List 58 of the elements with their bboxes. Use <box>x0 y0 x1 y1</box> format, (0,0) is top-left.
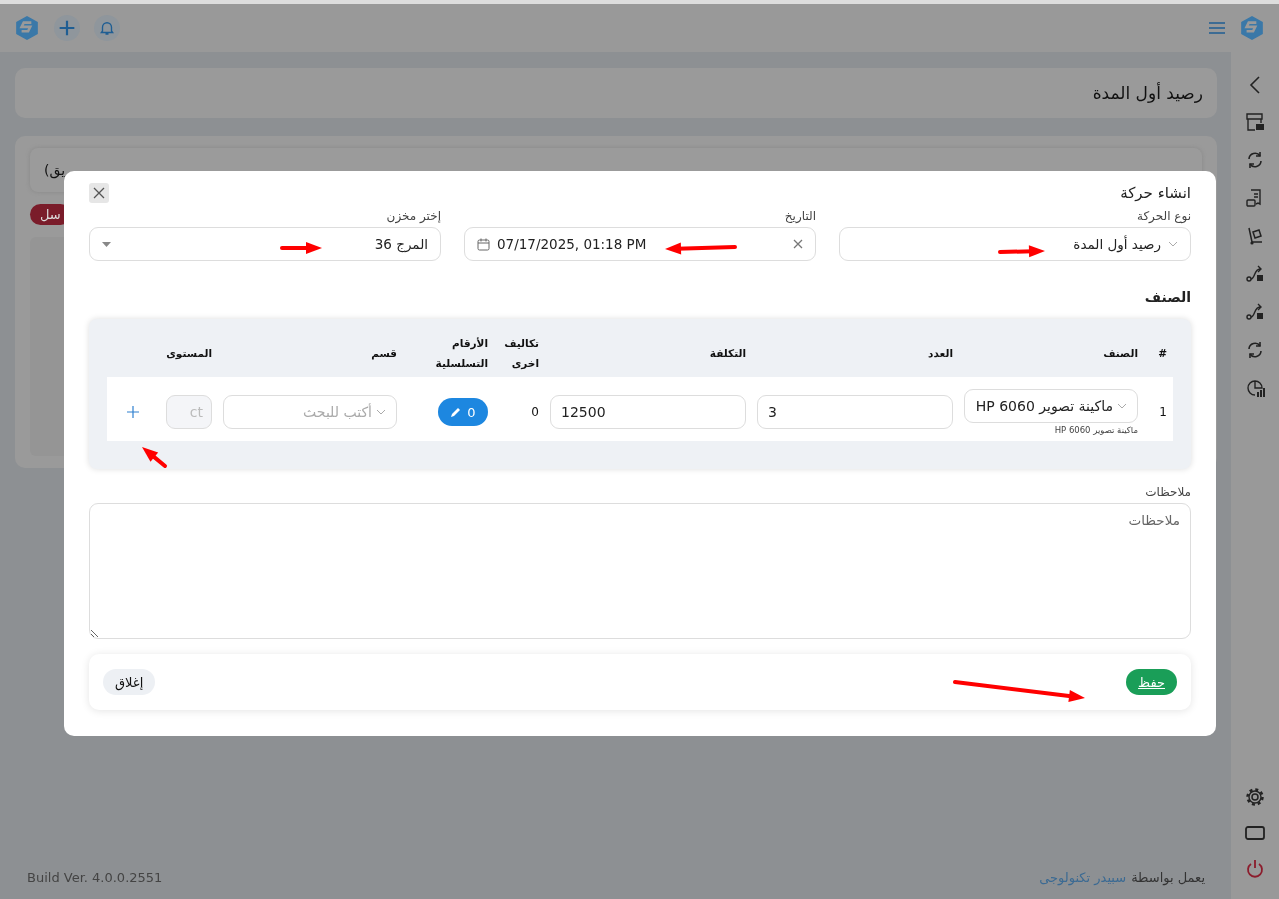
transfer-icon[interactable] <box>1245 264 1265 284</box>
back-icon[interactable] <box>1249 76 1261 94</box>
chevron-down-icon <box>1117 403 1127 409</box>
power-icon[interactable] <box>1245 859 1265 879</box>
logo-icon <box>1239 15 1265 41</box>
add-row-icon[interactable] <box>127 406 139 418</box>
column-header: المستوى <box>165 346 212 361</box>
calendar-icon <box>477 237 490 251</box>
quantity-input[interactable]: 3 <box>757 395 953 429</box>
dialog-title: انشاء حركة <box>1120 184 1191 202</box>
select-field[interactable]: المرج 36 <box>89 227 441 261</box>
field-label: ملاحظات <box>1144 485 1191 499</box>
column-header: الأرقام التسلسلية <box>434 336 488 371</box>
column-header: التكلفة <box>708 346 746 361</box>
chevron-down-icon <box>376 409 386 415</box>
transfer-icon[interactable] <box>1245 302 1265 322</box>
build-version: Build Ver. 4.0.0.2551 <box>27 870 163 885</box>
row-number: 1 <box>1158 405 1167 419</box>
refresh-icon[interactable] <box>1245 150 1265 170</box>
column-header: تكاليف اخرى <box>503 336 539 372</box>
field-label: التاريخ <box>783 209 816 223</box>
field-label: إختر مخزن <box>385 209 441 223</box>
close-button[interactable] <box>89 183 109 203</box>
level-input[interactable]: ct <box>166 395 212 429</box>
filter-text: يق) <box>44 162 66 178</box>
caret-down-icon <box>102 241 111 247</box>
screen-icon[interactable] <box>1245 825 1265 841</box>
annotation-arrow <box>142 447 167 468</box>
hand-truck-icon[interactable] <box>1245 226 1265 246</box>
date-field[interactable]: 07/17/2025, 01:18 PM <box>464 227 816 261</box>
store-icon[interactable] <box>1245 112 1265 132</box>
serials-button[interactable]: 0 <box>438 398 488 426</box>
settings-icon[interactable] <box>1245 787 1265 807</box>
item-select[interactable]: ماكينة تصوير HP 6060 <box>964 389 1138 423</box>
select-field[interactable]: رصيد أول المدة <box>839 227 1191 261</box>
annotation-arrow <box>280 242 322 254</box>
column-header: قسم <box>370 346 397 362</box>
column-header: # <box>1157 346 1167 361</box>
cost-input[interactable]: 12500 <box>550 395 746 429</box>
field-label: نوع الحركة <box>1135 209 1191 223</box>
pencil-icon <box>450 406 463 418</box>
annotation-arrow <box>998 245 1045 258</box>
item-caption: ماكينة تصوير HP 6060 <box>1053 425 1138 435</box>
clear-icon[interactable] <box>793 239 803 249</box>
credit-text: يعمل بواسطة <box>1131 870 1205 885</box>
column-header: الصنف <box>1102 346 1138 361</box>
page-title: رصيد أول المدة <box>1092 83 1203 103</box>
logo-icon <box>14 15 40 41</box>
section-title: الصنف <box>1143 289 1191 305</box>
chevron-down-icon <box>1168 241 1178 247</box>
close-button[interactable]: إغلاق <box>103 669 156 695</box>
table-cell-text: 0 <box>530 405 539 419</box>
report-chart-icon[interactable] <box>1245 378 1265 398</box>
column-header: العدد <box>927 346 953 361</box>
bell-icon <box>98 19 116 37</box>
annotation-arrow <box>665 242 737 255</box>
refresh-icon[interactable] <box>1245 340 1265 360</box>
notes-field[interactable]: ملاحظات <box>89 503 1191 639</box>
